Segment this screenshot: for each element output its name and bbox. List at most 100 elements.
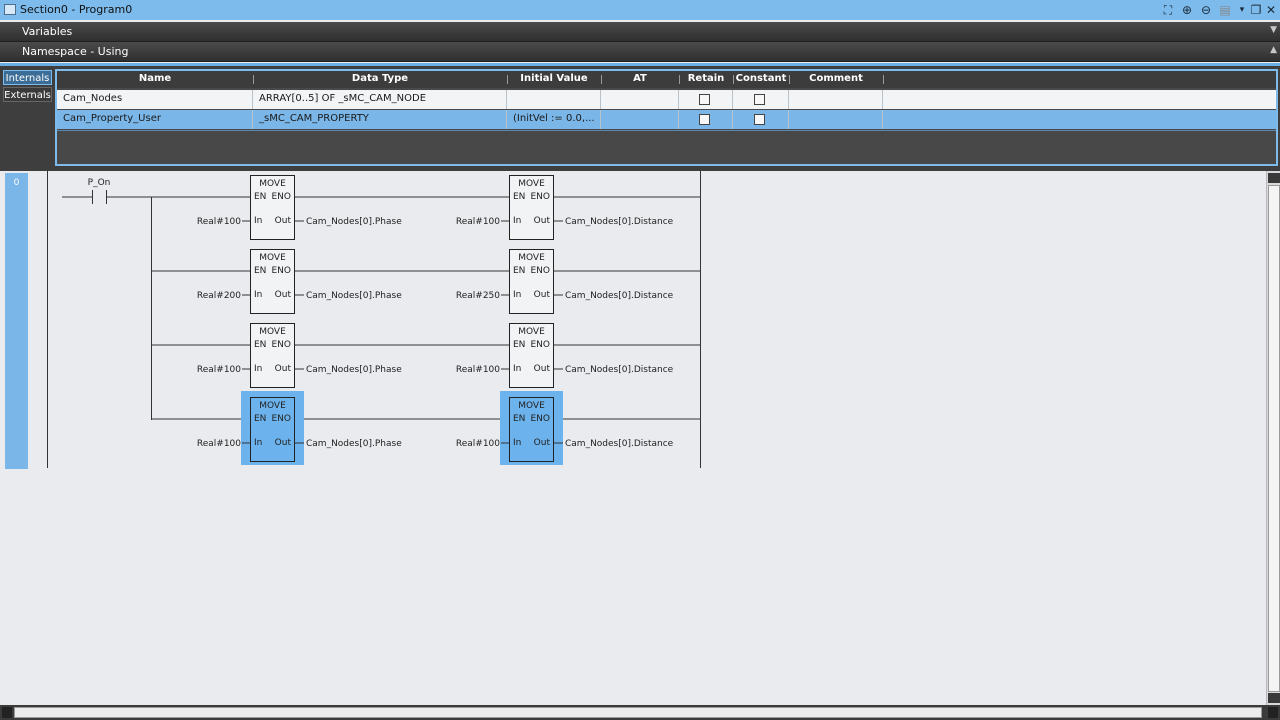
pin-en: EN (513, 340, 525, 350)
pin-en: EN (254, 266, 266, 276)
table-row[interactable]: Cam_Nodes ARRAY[0..5] OF _sMC_CAM_NODE (57, 90, 1276, 109)
zoom-in-icon[interactable]: ⊕ (1179, 2, 1195, 18)
retain-checkbox[interactable] (699, 94, 710, 105)
input-operand[interactable]: Real#100 (197, 365, 241, 375)
cell-constant (733, 110, 789, 129)
pin-in: In (254, 290, 262, 300)
ladder-editor[interactable]: 0 P_On MOVE EN ENO In Out Real#100 Cam_Nodes[0… (0, 169, 1280, 705)
pin-in: In (513, 438, 521, 448)
variables-header[interactable]: Variables ▼ (0, 22, 1280, 42)
pin-eno: ENO (530, 414, 550, 424)
pin-out: Out (534, 364, 551, 374)
pin-en: EN (513, 266, 525, 276)
scroll-left-icon[interactable] (2, 707, 12, 718)
scroll-down-icon[interactable] (1268, 693, 1280, 703)
output-operand[interactable]: Cam_Nodes[0].Distance (565, 439, 674, 449)
cell-retain (679, 110, 733, 129)
variable-panel: Internals Externals Name Data Type Initi… (0, 63, 1280, 169)
retain-checkbox[interactable] (699, 114, 710, 125)
output-operand[interactable]: Cam_Nodes[0].Phase (306, 365, 402, 375)
table-row-selected[interactable]: Cam_Property_User _sMC_CAM_PROPERTY (Ini… (57, 110, 1276, 129)
input-operand[interactable]: Real#100 (197, 439, 241, 449)
pin-eno: ENO (271, 340, 291, 350)
restore-icon[interactable]: ❐ (1248, 2, 1264, 18)
cell-comment[interactable] (789, 90, 883, 109)
output-operand[interactable]: Cam_Nodes[0].Distance (565, 217, 674, 227)
block-name: MOVE (259, 179, 286, 189)
cell-initial-value[interactable]: (InitVel := 0.0,... (507, 110, 601, 129)
constant-checkbox[interactable] (754, 94, 765, 105)
cell-name[interactable]: Cam_Nodes (57, 90, 253, 109)
expand-icon[interactable]: ▲ (1270, 45, 1277, 55)
constant-checkbox[interactable] (754, 114, 765, 125)
column-header-comment[interactable]: Comment (789, 73, 883, 84)
zoom-out-icon[interactable]: ⊖ (1198, 2, 1214, 18)
cell-initial-value[interactable] (507, 90, 601, 109)
tab-externals[interactable]: Externals (3, 87, 52, 102)
close-icon[interactable]: ✕ (1263, 2, 1279, 18)
block-name: MOVE (518, 253, 545, 263)
variable-table: Name Data Type Initial Value AT Retain C… (55, 69, 1278, 166)
pin-out: Out (534, 216, 551, 226)
pin-in: In (513, 364, 521, 374)
block-name: MOVE (518, 401, 545, 411)
column-header-initial-value[interactable]: Initial Value (507, 73, 601, 84)
cell-at[interactable] (601, 90, 679, 109)
contact-label-p-on[interactable]: P_On (88, 178, 111, 188)
table-empty-area[interactable] (57, 130, 1276, 164)
column-header-data-type[interactable]: Data Type (253, 73, 507, 84)
variables-header-label: Variables (22, 25, 73, 38)
pin-eno: ENO (271, 192, 291, 202)
output-operand[interactable]: Cam_Nodes[0].Distance (565, 365, 674, 375)
scroll-up-icon[interactable] (1268, 173, 1280, 183)
output-operand[interactable]: Cam_Nodes[0].Phase (306, 291, 402, 301)
input-operand[interactable]: Real#100 (456, 217, 500, 227)
ladder-diagram[interactable]: P_On MOVE EN ENO In Out Real#100 Cam_Nodes[0].… (0, 171, 720, 471)
horizontal-scroll-thumb[interactable] (14, 707, 1262, 718)
output-operand[interactable]: Cam_Nodes[0].Phase (306, 217, 402, 227)
horizontal-scrollbar[interactable] (0, 705, 1280, 720)
cell-name[interactable]: Cam_Property_User (57, 110, 253, 129)
pin-out: Out (534, 438, 551, 448)
input-operand[interactable]: Real#100 (197, 217, 241, 227)
cell-data-type[interactable]: ARRAY[0..5] OF _sMC_CAM_NODE (253, 90, 507, 109)
pin-eno: ENO (530, 340, 550, 350)
output-operand[interactable]: Cam_Nodes[0].Phase (306, 439, 402, 449)
input-operand[interactable]: Real#100 (456, 365, 500, 375)
collapse-icon[interactable]: ▼ (1270, 25, 1277, 35)
tab-internals[interactable]: Internals (3, 70, 52, 85)
pin-eno: ENO (530, 266, 550, 276)
cell-comment[interactable] (789, 110, 883, 129)
pin-in: In (513, 216, 521, 226)
pin-eno: ENO (530, 192, 550, 202)
cell-data-type[interactable]: _sMC_CAM_PROPERTY (253, 110, 507, 129)
input-operand[interactable]: Real#250 (456, 291, 500, 301)
namespace-header-label: Namespace - Using (22, 45, 129, 58)
column-header-at[interactable]: AT (601, 73, 679, 84)
input-operand[interactable]: Real#100 (456, 439, 500, 449)
input-operand[interactable]: Real#200 (197, 291, 241, 301)
block-name: MOVE (259, 327, 286, 337)
zoom-fit-icon[interactable]: ⛶ (1160, 2, 1176, 18)
block-name: MOVE (259, 401, 286, 411)
pin-in: In (254, 364, 262, 374)
pin-in: In (254, 216, 262, 226)
output-operand[interactable]: Cam_Nodes[0].Distance (565, 291, 674, 301)
namespace-header[interactable]: Namespace - Using ▲ (0, 42, 1280, 62)
layout-icon[interactable]: ▤ (1217, 2, 1233, 18)
scroll-right-icon[interactable] (1268, 707, 1278, 718)
column-header-name[interactable]: Name (57, 73, 253, 84)
pin-out: Out (275, 290, 292, 300)
vertical-scroll-thumb[interactable] (1268, 185, 1280, 692)
window-icon (4, 4, 16, 15)
block-name: MOVE (259, 253, 286, 263)
vertical-scrollbar[interactable] (1266, 171, 1280, 705)
pin-in: In (254, 438, 262, 448)
pin-eno: ENO (271, 414, 291, 424)
pin-out: Out (275, 364, 292, 374)
pin-en: EN (513, 414, 525, 424)
column-header-constant[interactable]: Constant (733, 73, 789, 84)
column-header-retain[interactable]: Retain (679, 73, 733, 84)
cell-at[interactable] (601, 110, 679, 129)
title-bar: Section0 - Program0 ⛶ ⊕ ⊖ ▤ ▾ ❐ ✕ (0, 0, 1280, 20)
